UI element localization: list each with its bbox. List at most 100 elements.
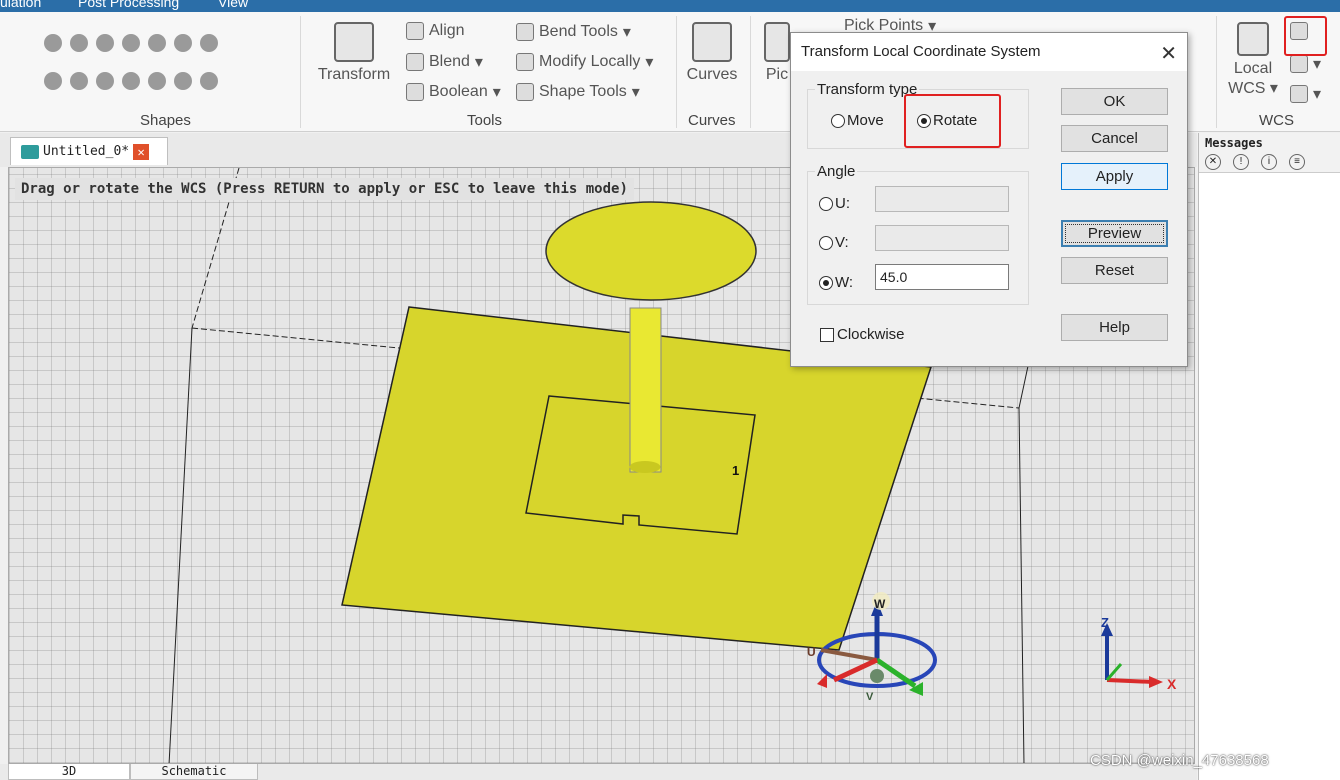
local-label: Local [1233, 60, 1273, 77]
clear-messages-icon[interactable]: ✕ [1205, 153, 1221, 170]
boolean-label: Boolean [429, 83, 488, 100]
wcs-label: WCS ▾ [1228, 80, 1278, 97]
axis-x-label: X [1167, 676, 1177, 692]
bend-tools-label: Bend Tools [539, 23, 618, 40]
w-angle-field[interactable]: 45.0 [875, 264, 1009, 290]
close-tab-icon[interactable]: ✕ [133, 143, 150, 160]
dialog-title: Transform Local Coordinate System [791, 33, 1187, 71]
angle-label: Angle [815, 163, 858, 180]
divider [300, 16, 301, 128]
shape-tools-icon [516, 83, 534, 101]
blend-icon [406, 53, 424, 71]
close-icon[interactable]: ✕ [1160, 41, 1177, 66]
radio-w[interactable]: W: [819, 274, 853, 291]
transform-label: Transform [317, 66, 391, 83]
radio-u[interactable]: U: [819, 195, 850, 212]
divider [1216, 16, 1217, 128]
top-disc[interactable] [545, 201, 757, 301]
radio-move-label: Move [847, 112, 884, 129]
shape-tools-label: Shape Tools [539, 83, 627, 100]
tab-3d[interactable]: 3D [8, 764, 130, 780]
mode-hint: Drag or rotate the WCS (Press RETURN to … [15, 178, 634, 200]
watermark: CSDN @weixin_47638568 [1090, 752, 1269, 769]
bend-tools-button[interactable]: Bend Tools ▾ [516, 22, 631, 42]
v-angle-field[interactable] [875, 225, 1009, 251]
menu-item-post-processing[interactable]: Post Processing [78, 0, 179, 10]
curves-button[interactable]: Curves [682, 22, 742, 84]
radio-move[interactable]: Move [831, 112, 884, 129]
modify-locally-button[interactable]: Modify Locally ▾ [516, 52, 653, 72]
messages-title: Messages [1199, 133, 1340, 151]
info-filter-icon[interactable]: i [1261, 153, 1277, 170]
align-icon [406, 22, 424, 40]
view-tabs: 3D Schematic [0, 764, 1197, 780]
align-label: Align [429, 22, 465, 39]
align-wcs-icon [1290, 55, 1308, 73]
global-wcs-button[interactable]: ▾ [1290, 84, 1321, 104]
boolean-button[interactable]: Boolean ▾ [406, 82, 501, 102]
curves-icon [692, 22, 732, 62]
group-label-tools: Tools [467, 112, 503, 129]
project-icon [21, 144, 39, 159]
messages-panel: Messages ✕ ! i ≡ [1198, 133, 1340, 780]
highlight-rotate [904, 94, 1001, 148]
shape-tools-button[interactable]: Shape Tools ▾ [516, 82, 640, 102]
menu-bar: ulation Post Processing View [0, 0, 1340, 12]
picks-label: Pic [765, 66, 789, 83]
feed-post[interactable] [629, 307, 662, 473]
axis-w-label: W [874, 597, 886, 611]
shape-primitives-icons[interactable] [44, 34, 218, 52]
radio-u-dot[interactable] [819, 196, 833, 211]
axis-v-label: V [866, 691, 874, 703]
modify-locally-label: Modify Locally [539, 53, 641, 70]
blend-button[interactable]: Blend ▾ [406, 52, 483, 72]
global-wcs-icon [1290, 85, 1308, 103]
radio-move-dot[interactable] [831, 113, 845, 128]
preview-button[interactable]: Preview [1061, 220, 1168, 247]
messages-toolbar: ✕ ! i ≡ [1199, 151, 1340, 173]
radio-w-label: W: [835, 274, 854, 291]
menu-item-view[interactable]: View [218, 0, 248, 10]
apply-button[interactable]: Apply [1061, 163, 1168, 190]
group-label-shapes: Shapes [140, 112, 191, 129]
transform-wcs-dialog: Transform Local Coordinate System ✕ Tran… [790, 32, 1188, 367]
axis-u-label: U [807, 645, 816, 659]
highlight-transform-wcs [1284, 16, 1327, 56]
cancel-button[interactable]: Cancel [1061, 125, 1168, 152]
align-button[interactable]: Align [406, 22, 465, 40]
radio-v-dot[interactable] [819, 235, 833, 250]
radio-v-label: V: [835, 234, 849, 251]
curves-label: Curves [686, 66, 738, 83]
radio-w-dot[interactable] [819, 275, 833, 290]
radio-v[interactable]: V: [819, 234, 849, 251]
document-tab[interactable]: Untitled_0* ✕ [10, 137, 168, 165]
picks-icon [764, 22, 790, 62]
menu-item-simulation[interactable]: ulation [0, 0, 41, 10]
tab-schematic[interactable]: Schematic [130, 764, 258, 780]
reset-button[interactable]: Reset [1061, 257, 1168, 284]
global-axes-indicator: Z X [1101, 615, 1177, 692]
ok-button[interactable]: OK [1061, 88, 1168, 115]
blend-label: Blend [429, 53, 470, 70]
axis-z-label: Z [1101, 615, 1109, 630]
align-wcs-button[interactable]: ▾ [1290, 54, 1321, 74]
port-label: 1 [732, 463, 739, 478]
help-button[interactable]: Help [1061, 314, 1168, 341]
group-label-curves: Curves [688, 112, 736, 129]
local-wcs-button[interactable]: Local WCS ▾ [1228, 22, 1278, 98]
divider [676, 16, 677, 128]
divider [750, 16, 751, 128]
modify-locally-icon [516, 53, 534, 71]
clockwise-label: Clockwise [837, 326, 905, 343]
clockwise-checkbox[interactable]: Clockwise [820, 326, 905, 343]
warning-filter-icon[interactable]: ! [1233, 153, 1249, 170]
radio-u-label: U: [835, 195, 850, 212]
u-angle-field[interactable] [875, 186, 1009, 212]
local-wcs-icon [1237, 22, 1269, 56]
clockwise-box[interactable] [820, 327, 834, 342]
bend-tools-icon [516, 23, 534, 41]
transform-button[interactable]: Transform [316, 22, 392, 84]
list-options-icon[interactable]: ≡ [1289, 153, 1305, 170]
shape-operations-icons[interactable] [44, 72, 218, 90]
picks-button[interactable]: Pic [762, 22, 792, 84]
